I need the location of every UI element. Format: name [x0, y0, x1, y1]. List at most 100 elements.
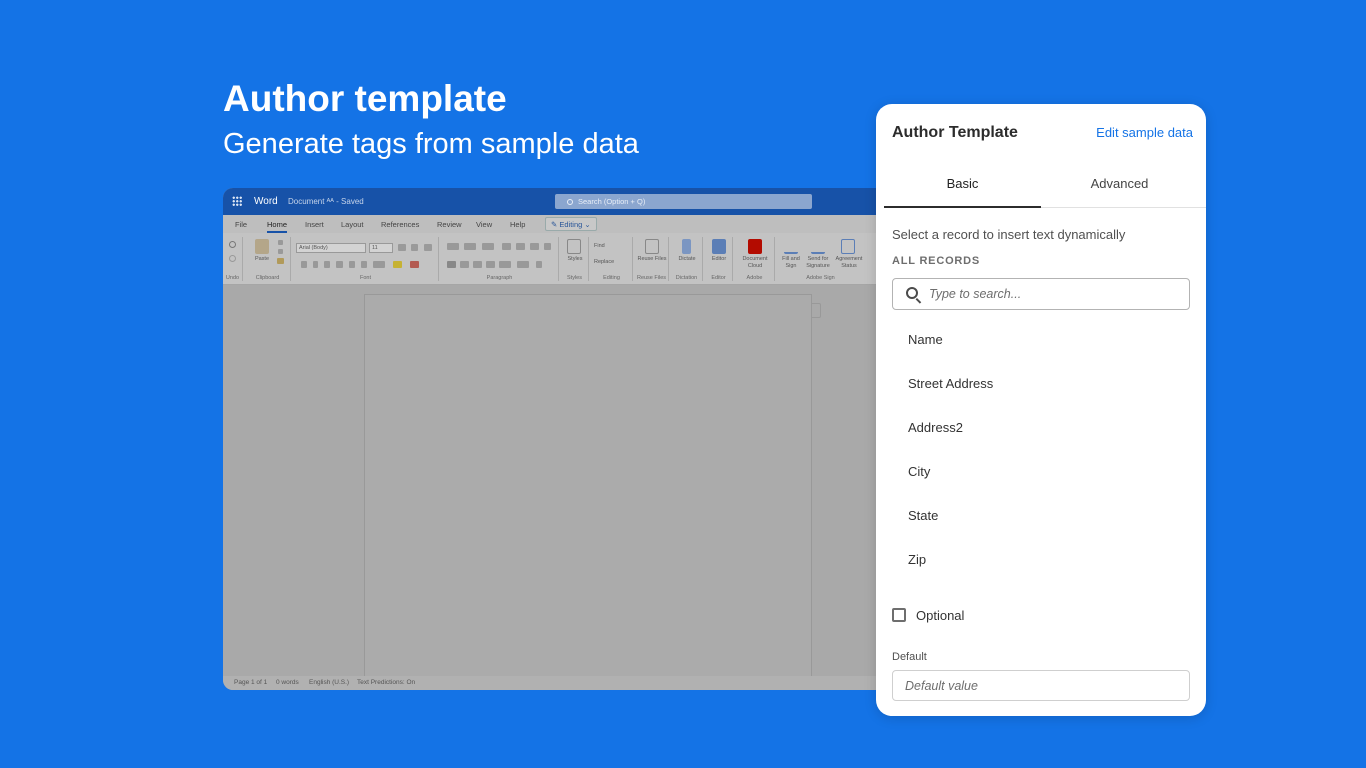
- status-predictions[interactable]: Text Predictions: On: [357, 679, 415, 686]
- highlight-icon[interactable]: [393, 261, 402, 268]
- fill-sign-icon[interactable]: [784, 239, 798, 254]
- replace-button[interactable]: Replace: [594, 259, 630, 266]
- subscript-icon[interactable]: [349, 261, 355, 268]
- cut-icon[interactable]: [278, 240, 283, 245]
- record-item-state[interactable]: State: [892, 494, 1190, 538]
- menu-references[interactable]: References: [381, 220, 419, 229]
- acrobat-icon[interactable]: [748, 239, 762, 254]
- shrink-font-icon[interactable]: [411, 244, 418, 251]
- default-value-input[interactable]: [892, 670, 1190, 701]
- author-template-panel: Author Template Edit sample data Basic A…: [876, 104, 1206, 716]
- italic-icon[interactable]: [313, 261, 318, 268]
- record-item-city[interactable]: City: [892, 450, 1190, 494]
- optional-checkbox-row[interactable]: Optional: [892, 606, 964, 624]
- hero-subtitle: Generate tags from sample data: [223, 128, 639, 160]
- menu-review[interactable]: Review: [437, 220, 462, 229]
- line-spacing-icon[interactable]: [499, 261, 511, 268]
- font-color-icon[interactable]: [410, 261, 419, 268]
- bullets-icon[interactable]: [447, 243, 459, 250]
- word-search-box[interactable]: Search (Option + Q): [555, 194, 812, 209]
- ribbon-label-editor: Editor: [711, 275, 726, 281]
- menu-insert[interactable]: Insert: [305, 220, 324, 229]
- search-icon: [567, 199, 573, 205]
- record-item-name[interactable]: Name: [892, 318, 1190, 362]
- underline-icon[interactable]: [324, 261, 330, 268]
- ribbon-label-editing: Editing: [603, 275, 620, 281]
- ribbon-label-paragraph: Paragraph: [486, 275, 513, 281]
- reuse-files-icon[interactable]: [645, 239, 659, 254]
- record-item-street-address[interactable]: Street Address: [892, 362, 1190, 406]
- menu-file[interactable]: File: [235, 220, 247, 229]
- word-menu-bar: File Home Insert Layout References Revie…: [223, 215, 878, 233]
- editor-icon[interactable]: [712, 239, 726, 254]
- word-app-name: Word: [254, 196, 278, 207]
- multilevel-list-icon[interactable]: [482, 243, 494, 250]
- styles-icon[interactable]: [567, 239, 581, 254]
- app-launcher-icon[interactable]: [232, 196, 242, 206]
- sort-icon[interactable]: [530, 243, 539, 250]
- decrease-indent-icon[interactable]: [502, 243, 511, 250]
- ribbon-label-reuse-files: Reuse Files: [636, 275, 667, 281]
- optional-checkbox[interactable]: [892, 608, 906, 622]
- menu-help[interactable]: Help: [510, 220, 525, 229]
- word-document-name[interactable]: Document ᴬᴬ - Saved: [288, 197, 364, 206]
- clear-format-icon[interactable]: [424, 244, 432, 251]
- paste-icon[interactable]: [255, 239, 269, 254]
- panel-tabs: Basic Advanced: [884, 164, 1206, 208]
- redo-icon[interactable]: [229, 255, 236, 262]
- increase-indent-icon[interactable]: [516, 243, 525, 250]
- word-ribbon: Undo Paste Clipboard Arial (Body) 11 Fon…: [223, 233, 878, 285]
- instruction-text: Select a record to insert text dynamical…: [892, 227, 1126, 242]
- edit-sample-data-link[interactable]: Edit sample data: [1096, 125, 1193, 140]
- tab-basic[interactable]: Basic: [884, 176, 1041, 191]
- grow-font-icon[interactable]: [398, 244, 406, 251]
- microphone-icon[interactable]: [682, 239, 691, 254]
- superscript-icon[interactable]: [361, 261, 367, 268]
- pilcrow-icon[interactable]: [544, 243, 551, 250]
- align-right-icon[interactable]: [473, 261, 482, 268]
- ribbon-label-clipboard: Clipboard: [255, 275, 280, 281]
- word-status-bar: Page 1 of 1 0 words English (U.S.) Text …: [223, 676, 878, 690]
- numbering-icon[interactable]: [464, 243, 476, 250]
- paragraph-spacing-icon[interactable]: [517, 261, 529, 268]
- ribbon-group-paragraph: Paragraph: [441, 237, 559, 281]
- status-language[interactable]: English (U.S.): [309, 679, 349, 686]
- agreement-status-label: Agreement Status: [835, 256, 863, 269]
- font-name-select[interactable]: Arial (Body): [296, 243, 366, 253]
- ribbon-group-adobe: Document Cloud Adobe: [735, 237, 775, 281]
- tab-advanced[interactable]: Advanced: [1041, 176, 1198, 191]
- ribbon-label-font: Font: [359, 275, 371, 281]
- word-page[interactable]: [364, 294, 812, 690]
- record-search-box[interactable]: [892, 278, 1190, 310]
- copy-icon[interactable]: [278, 249, 283, 254]
- ribbon-group-undo: Undo: [223, 237, 243, 281]
- ribbon-label-undo: Undo: [225, 275, 240, 281]
- change-case-icon[interactable]: [373, 261, 385, 268]
- editing-mode-button[interactable]: ✎ Editing ⌄: [545, 217, 597, 231]
- send-signature-icon[interactable]: [811, 239, 825, 254]
- menu-view[interactable]: View: [476, 220, 492, 229]
- menu-layout[interactable]: Layout: [341, 220, 364, 229]
- record-item-address2[interactable]: Address2: [892, 406, 1190, 450]
- record-search-input[interactable]: [929, 284, 1179, 304]
- align-left-icon[interactable]: [447, 261, 456, 268]
- bold-icon[interactable]: [301, 261, 307, 268]
- optional-label: Optional: [916, 607, 965, 623]
- justify-icon[interactable]: [486, 261, 495, 268]
- status-page: Page 1 of 1: [234, 679, 268, 686]
- format-painter-icon[interactable]: [277, 258, 284, 264]
- paste-label: Paste: [254, 256, 270, 262]
- find-button[interactable]: Find: [594, 243, 630, 250]
- ribbon-group-font: Arial (Body) 11 Font: [293, 237, 439, 281]
- word-titlebar: Word Document ᴬᴬ - Saved Search (Option …: [223, 188, 878, 215]
- agreement-status-icon[interactable]: [841, 239, 855, 254]
- menu-home[interactable]: Home: [267, 220, 288, 233]
- undo-icon[interactable]: [229, 241, 236, 248]
- all-records-label: ALL RECORDS: [892, 255, 981, 267]
- align-center-icon[interactable]: [460, 261, 469, 268]
- word-search-placeholder: Search (Option + Q): [578, 197, 646, 206]
- show-formatting-icon[interactable]: [536, 261, 542, 268]
- record-item-zip[interactable]: Zip: [892, 538, 1190, 582]
- strikethrough-icon[interactable]: [336, 261, 343, 268]
- font-size-select[interactable]: 11: [369, 243, 393, 253]
